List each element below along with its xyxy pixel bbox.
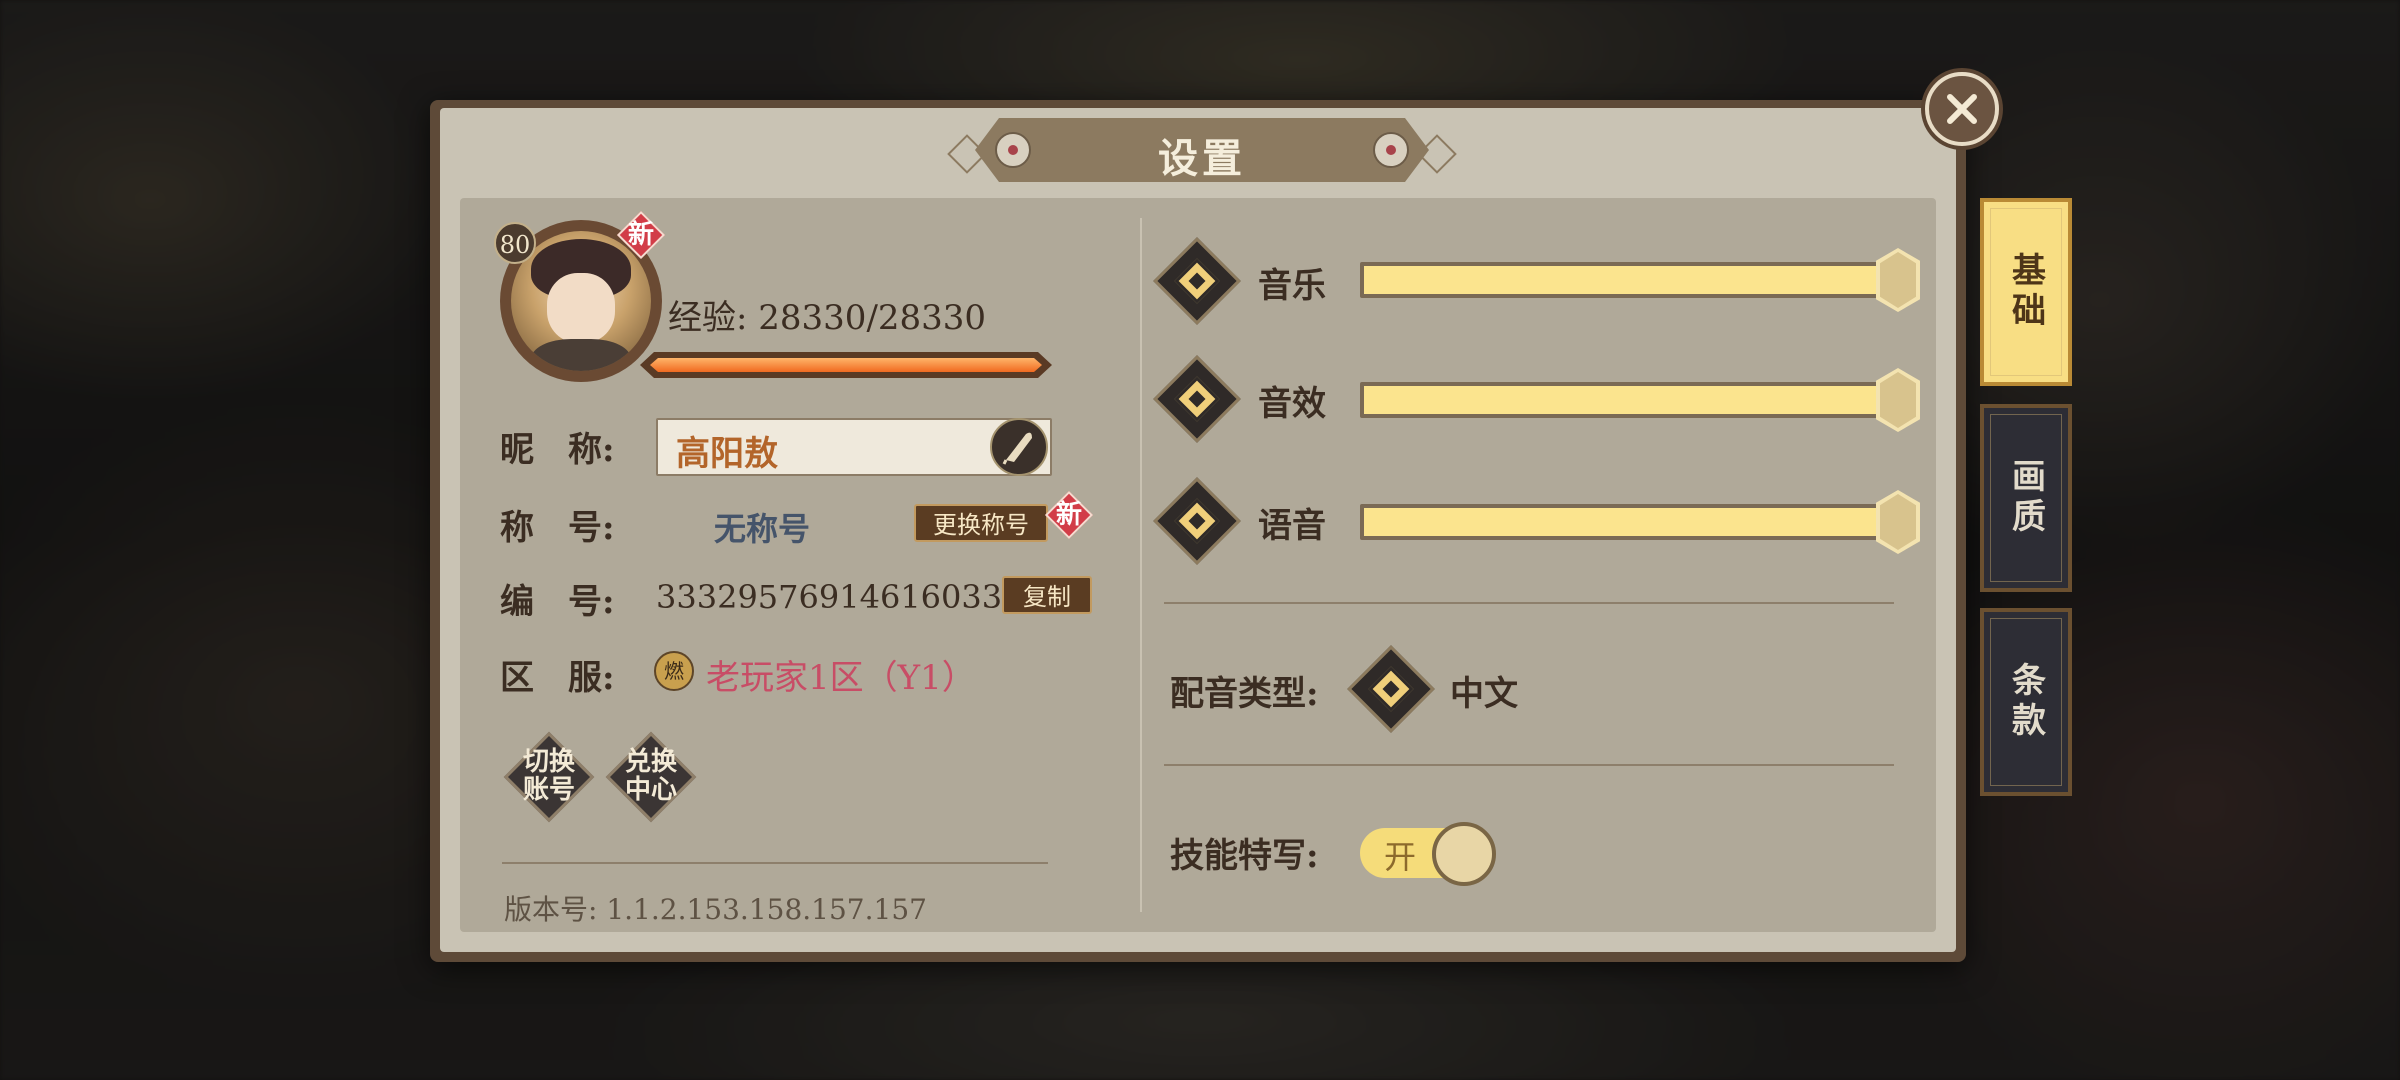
edit-nickname-button[interactable] xyxy=(990,418,1048,476)
nickname-value: 高阳敖 xyxy=(676,434,778,474)
title-label: 称 号: xyxy=(500,508,615,548)
exp-label: 经验: xyxy=(668,298,748,338)
exp-value: 28330/28330 xyxy=(758,298,987,338)
close-icon xyxy=(1947,94,1977,124)
divider xyxy=(502,862,1048,864)
toggle-state: 开 xyxy=(1384,838,1417,876)
switch-account-button[interactable]: 切换账号 xyxy=(503,731,595,823)
copy-button[interactable]: 复制 xyxy=(1002,576,1092,614)
tab-graphics-label: 画质 xyxy=(2005,458,2046,538)
skill-closeup-label: 技能特写: xyxy=(1170,836,1319,876)
tab-terms[interactable]: 条款 xyxy=(1980,608,2072,796)
skill-closeup-toggle[interactable]: 开 xyxy=(1360,822,1500,886)
voice-slider-thumb[interactable] xyxy=(1876,490,1920,554)
server-icon: 燃 xyxy=(654,651,694,691)
quill-icon xyxy=(1002,432,1032,465)
divider xyxy=(1164,602,1894,604)
voice-type-value[interactable]: 中文 xyxy=(1450,666,1518,715)
level-badge: 80 xyxy=(494,222,536,264)
close-button[interactable] xyxy=(1925,72,1999,146)
id-label: 编 号: xyxy=(500,582,615,622)
avatar-new-badge: 新 xyxy=(616,210,666,260)
voice-type-label: 配音类型: xyxy=(1170,674,1319,714)
voice-slider[interactable] xyxy=(1360,490,1920,554)
nickname-label: 昵 称: xyxy=(500,430,615,470)
version-label: 版本号: xyxy=(504,893,598,926)
divider xyxy=(1164,764,1894,766)
music-slider-thumb[interactable] xyxy=(1876,248,1920,312)
voice-type-selector-icon[interactable] xyxy=(1347,645,1435,733)
version-value: 1.1.2.153.158.157.157 xyxy=(606,893,927,926)
sfx-slider-thumb[interactable] xyxy=(1876,368,1920,432)
tab-graphics[interactable]: 画质 xyxy=(1980,404,2072,592)
server-value: 老玩家1区（Y1） xyxy=(706,658,976,698)
voice-toggle-icon[interactable] xyxy=(1153,477,1241,565)
title-plate: 设置 xyxy=(945,118,1459,182)
title-value: 无称号 xyxy=(714,510,811,548)
music-label: 音乐 xyxy=(1258,266,1326,306)
id-value: 3332957691461603328 xyxy=(656,578,1043,616)
toggle-knob[interactable] xyxy=(1432,822,1496,886)
tab-basic-label: 基础 xyxy=(2005,252,2046,332)
sfx-toggle-icon[interactable] xyxy=(1153,355,1241,443)
title-new-badge: 新 xyxy=(1044,490,1094,540)
voice-label: 语音 xyxy=(1258,506,1326,546)
change-title-button[interactable]: 更换称号 xyxy=(914,504,1048,542)
sfx-label: 音效 xyxy=(1258,384,1326,424)
column-divider xyxy=(1140,218,1142,912)
tab-basic[interactable]: 基础 xyxy=(1980,198,2072,386)
redeem-center-button[interactable]: 兑换中心 xyxy=(605,731,697,823)
exp-text: 经验: 28330/28330 xyxy=(668,290,986,339)
music-slider[interactable] xyxy=(1360,248,1920,312)
page-title: 设置 xyxy=(1158,135,1246,182)
version-text: 版本号: 1.1.2.153.158.157.157 xyxy=(504,888,927,928)
tab-terms-label: 条款 xyxy=(2005,662,2046,742)
server-label: 区 服: xyxy=(500,658,615,698)
music-toggle-icon[interactable] xyxy=(1153,237,1241,325)
sfx-slider[interactable] xyxy=(1360,368,1920,432)
exp-progress-bar xyxy=(640,350,1052,380)
